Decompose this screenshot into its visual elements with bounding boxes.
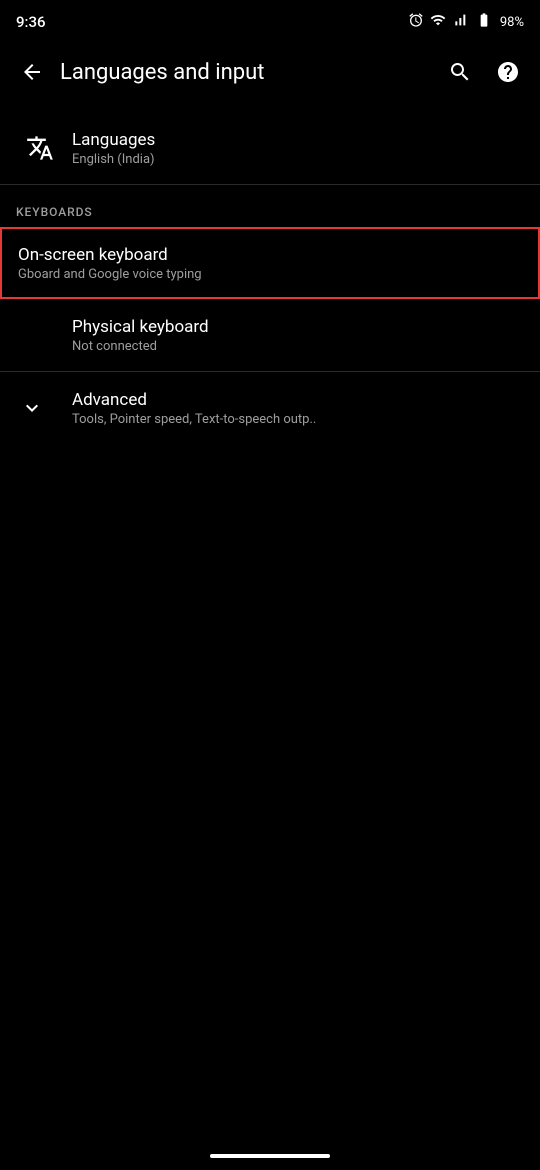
on-screen-keyboard-subtitle: Gboard and Google voice typing [18,267,522,282]
physical-keyboard-item[interactable]: Physical keyboard Not connected [0,299,540,371]
wifi-icon [430,12,446,32]
battery-percentage: 98% [500,15,524,30]
status-icons: 98% [408,12,524,32]
physical-keyboard-subtitle: Not connected [72,339,524,354]
on-screen-keyboard-title: On-screen keyboard [18,245,522,265]
physical-keyboard-title: Physical keyboard [72,317,524,337]
alarm-icon [408,12,424,32]
physical-keyboard-text: Physical keyboard Not connected [72,317,524,354]
advanced-item[interactable]: Advanced Tools, Pointer speed, Text-to-s… [0,372,540,444]
back-button[interactable] [12,52,52,92]
status-bar: 9:36 98% [0,0,540,40]
on-screen-keyboard-item[interactable]: On-screen keyboard Gboard and Google voi… [0,227,540,299]
advanced-title: Advanced [72,390,524,410]
page-title: Languages and input [60,60,440,85]
help-button[interactable] [488,52,528,92]
chevron-down-icon [16,396,48,420]
languages-subtitle: English (India) [72,152,524,167]
keyboards-section-header: KEYBOARDS [0,185,540,227]
app-bar: Languages and input [0,40,540,104]
home-indicator [210,1154,330,1158]
app-bar-actions [440,52,528,92]
status-time: 9:36 [16,13,46,31]
languages-item[interactable]: Languages English (India) [0,112,540,184]
languages-title: Languages [72,130,524,150]
languages-item-text: Languages English (India) [72,130,524,167]
signal-icon [452,12,468,32]
battery-icon [474,12,494,32]
translate-icon [16,134,64,162]
on-screen-keyboard-text: On-screen keyboard Gboard and Google voi… [18,245,522,282]
search-button[interactable] [440,52,480,92]
settings-content: Languages English (India) KEYBOARDS On-s… [0,104,540,444]
advanced-text: Advanced Tools, Pointer speed, Text-to-s… [72,390,524,427]
advanced-subtitle: Tools, Pointer speed, Text-to-speech out… [72,412,524,427]
